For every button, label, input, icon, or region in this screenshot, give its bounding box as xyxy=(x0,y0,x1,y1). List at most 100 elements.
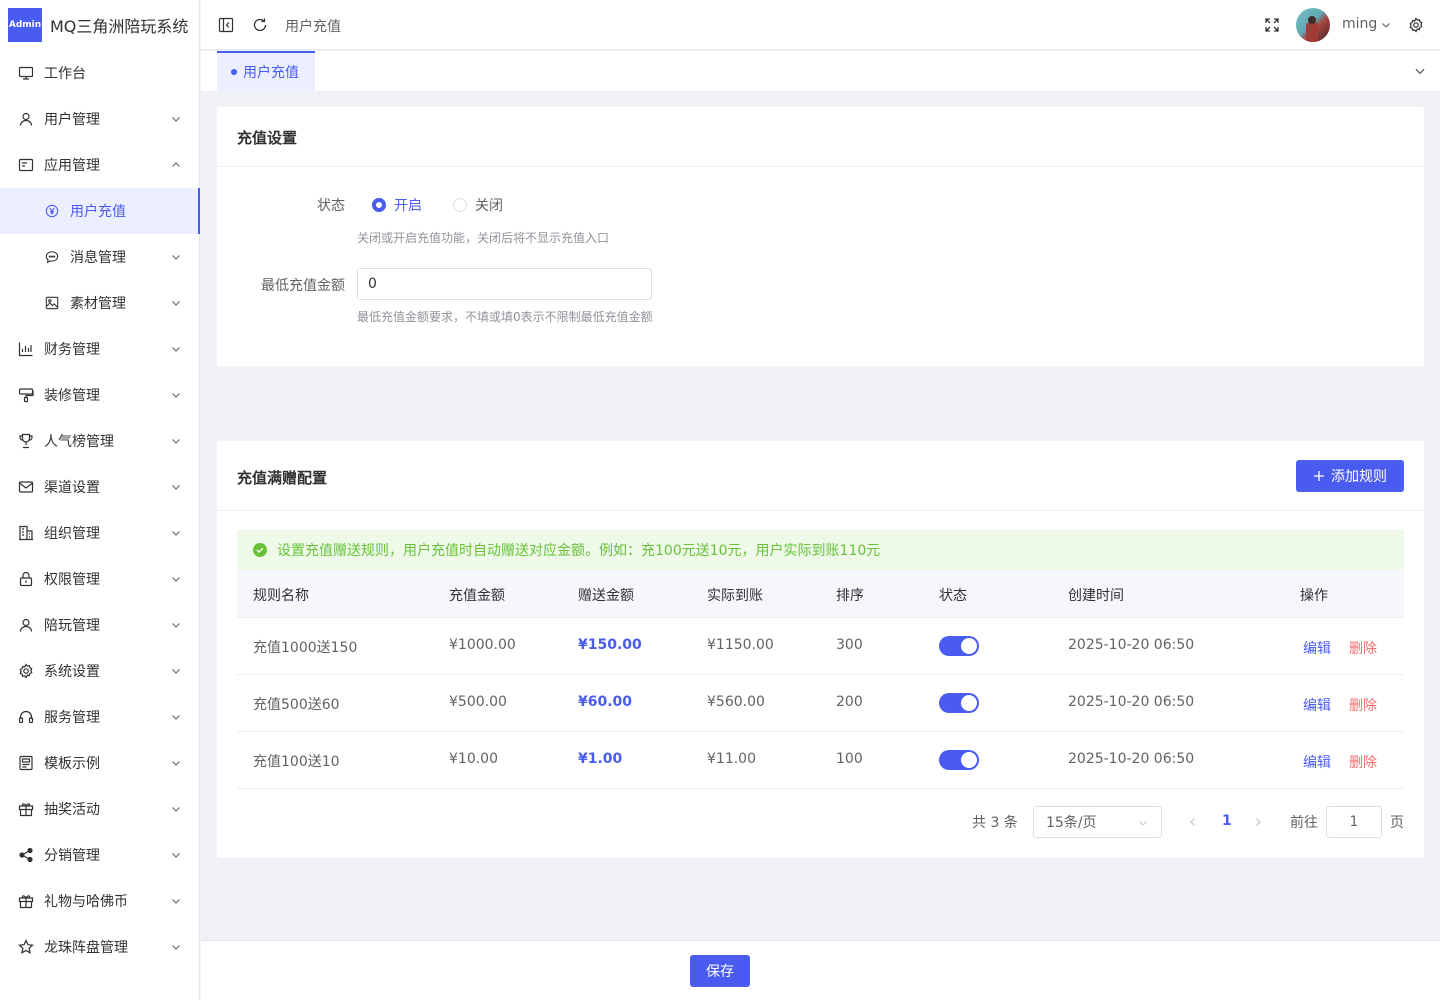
sidebar-item-templates[interactable]: 模板示例 xyxy=(0,740,200,786)
sidebar-item-system-settings[interactable]: 系统设置 xyxy=(0,648,200,694)
tab-label: 用户充值 xyxy=(243,65,299,81)
table-row: 充值100送10 ¥10.00 ¥1.00 ¥11.00 100 2025-10… xyxy=(237,732,1404,789)
radio-label: 关闭 xyxy=(475,198,503,214)
sidebar-item-label: 工作台 xyxy=(44,66,86,82)
status-switch[interactable] xyxy=(939,750,979,770)
edit-link[interactable]: 编辑 xyxy=(1303,752,1331,772)
edit-link[interactable]: 编辑 xyxy=(1303,638,1331,658)
chat-icon xyxy=(44,249,60,265)
sidebar-item-user-recharge[interactable]: 用户充值 xyxy=(0,188,200,234)
chevron-up-icon xyxy=(172,162,180,167)
chevron-down-icon xyxy=(172,439,180,444)
prev-page-icon[interactable] xyxy=(1187,816,1199,828)
chevron-down-icon xyxy=(172,853,180,858)
success-check-icon xyxy=(253,543,267,557)
pagination-total: 共 3 条 xyxy=(972,815,1018,831)
chevron-down-icon xyxy=(172,761,180,766)
sidebar-item-workbench[interactable]: 工作台 xyxy=(0,50,200,96)
table-row: 充值500送60 ¥500.00 ¥60.00 ¥560.00 200 2025… xyxy=(237,675,1404,732)
sidebar-item-label: 用户管理 xyxy=(44,112,100,128)
alert-text: 设置充值赠送规则，用户充值时自动赠送对应金额。例如：充100元送10元，用户实际… xyxy=(277,543,881,559)
sidebar-item-decoration[interactable]: 装修管理 xyxy=(0,372,200,418)
goto-page-input[interactable]: 1 xyxy=(1326,806,1382,838)
sidebar-item-distribution[interactable]: 分销管理 xyxy=(0,832,200,878)
delete-link[interactable]: 删除 xyxy=(1349,695,1377,715)
card-title: 充值设置 xyxy=(237,129,298,147)
tabs-bar: 用户充值 xyxy=(201,51,1440,91)
avatar[interactable] xyxy=(1296,8,1330,42)
gear-icon[interactable] xyxy=(1408,17,1424,33)
card-title: 充值满赠配置 xyxy=(237,469,328,487)
sidebar-item-permissions[interactable]: 权限管理 xyxy=(0,556,200,602)
page-number-current[interactable]: 1 xyxy=(1222,813,1232,829)
breadcrumb: 用户充值 xyxy=(285,19,341,35)
sidebar-item-messages[interactable]: 消息管理 xyxy=(0,234,200,280)
chevron-down-icon xyxy=(172,899,180,904)
sidebar-item-lottery[interactable]: 抽奖活动 xyxy=(0,786,200,832)
sidebar-item-app-management[interactable]: 应用管理 xyxy=(0,142,200,188)
sidebar-item-materials[interactable]: 素材管理 xyxy=(0,280,200,326)
refresh-icon[interactable] xyxy=(252,17,268,33)
yen-circle-icon xyxy=(44,203,60,219)
sort-order: 100 xyxy=(836,751,863,767)
radio-circle xyxy=(453,198,467,212)
logo[interactable]: Admin MQ三角洲陪玩系统 xyxy=(0,0,199,50)
min-amount-label: 最低充值金额 xyxy=(261,278,345,294)
column-header: 规则名称 xyxy=(253,588,309,604)
sidebar-item-label: 装修管理 xyxy=(44,388,100,404)
chevron-down-icon xyxy=(172,301,180,306)
collapse-sidebar-icon[interactable] xyxy=(218,17,234,33)
fullscreen-icon[interactable] xyxy=(1264,17,1280,33)
chevron-down-icon xyxy=(172,347,180,352)
radio-circle xyxy=(372,198,386,212)
status-switch[interactable] xyxy=(939,636,979,656)
lock-icon xyxy=(18,571,34,587)
status-off-radio[interactable]: 关闭 xyxy=(453,195,503,215)
sidebar-item-label: 礼物与哈佛币 xyxy=(44,894,128,910)
sidebar-item-companion[interactable]: 陪玩管理 xyxy=(0,602,200,648)
sidebar-item-user-management[interactable]: 用户管理 xyxy=(0,96,200,142)
delete-link[interactable]: 删除 xyxy=(1349,638,1377,658)
rule-name: 充值1000送150 xyxy=(253,640,358,656)
add-rule-button[interactable]: 添加规则 xyxy=(1296,460,1404,492)
column-header: 操作 xyxy=(1300,588,1328,604)
sidebar-item-popularity[interactable]: 人气榜管理 xyxy=(0,418,200,464)
sort-order: 300 xyxy=(836,637,863,653)
chevron-down-icon[interactable] xyxy=(1412,63,1428,79)
tab-user-recharge[interactable]: 用户充值 xyxy=(217,51,315,91)
total-amount: ¥560.00 xyxy=(707,694,765,710)
recharge-amount: ¥10.00 xyxy=(449,751,498,767)
username[interactable]: ming xyxy=(1342,16,1377,32)
switch-knob xyxy=(961,695,977,711)
min-amount-input[interactable]: 0 xyxy=(357,268,652,300)
sidebar-item-finance[interactable]: 财务管理 xyxy=(0,326,200,372)
chevron-down-icon xyxy=(172,117,180,122)
sidebar-item-label: 消息管理 xyxy=(70,250,126,266)
recharge-amount: ¥1000.00 xyxy=(449,637,516,653)
sidebar-item-dragon-ball[interactable]: 龙珠阵盘管理 xyxy=(0,924,200,970)
delete-link[interactable]: 删除 xyxy=(1349,752,1377,772)
sidebar-item-channel[interactable]: 渠道设置 xyxy=(0,464,200,510)
image-icon xyxy=(44,295,60,311)
chevron-down-icon[interactable] xyxy=(1380,19,1392,31)
share-icon xyxy=(18,847,34,863)
sidebar-item-label: 模板示例 xyxy=(44,756,100,772)
rule-name: 充值500送60 xyxy=(253,697,340,713)
app-icon xyxy=(18,157,34,173)
bonus-amount: ¥60.00 xyxy=(578,694,633,710)
status-switch[interactable] xyxy=(939,693,979,713)
column-header: 创建时间 xyxy=(1068,588,1124,604)
status-on-radio[interactable]: 开启 xyxy=(372,195,422,215)
sidebar-item-label: 组织管理 xyxy=(44,526,100,542)
sidebar-item-service[interactable]: 服务管理 xyxy=(0,694,200,740)
edit-link[interactable]: 编辑 xyxy=(1303,695,1331,715)
sidebar-item-organization[interactable]: 组织管理 xyxy=(0,510,200,556)
bonus-amount: ¥1.00 xyxy=(578,751,623,767)
button-label: 添加规则 xyxy=(1331,469,1387,485)
save-button[interactable]: 保存 xyxy=(690,955,750,987)
page-size-select[interactable]: 15条/页 xyxy=(1033,806,1162,838)
sidebar-item-label: 权限管理 xyxy=(44,572,100,588)
sidebar-item-gifts[interactable]: 礼物与哈佛币 xyxy=(0,878,200,924)
footer-bar: 保存 xyxy=(201,940,1440,1000)
next-page-icon[interactable] xyxy=(1252,816,1264,828)
